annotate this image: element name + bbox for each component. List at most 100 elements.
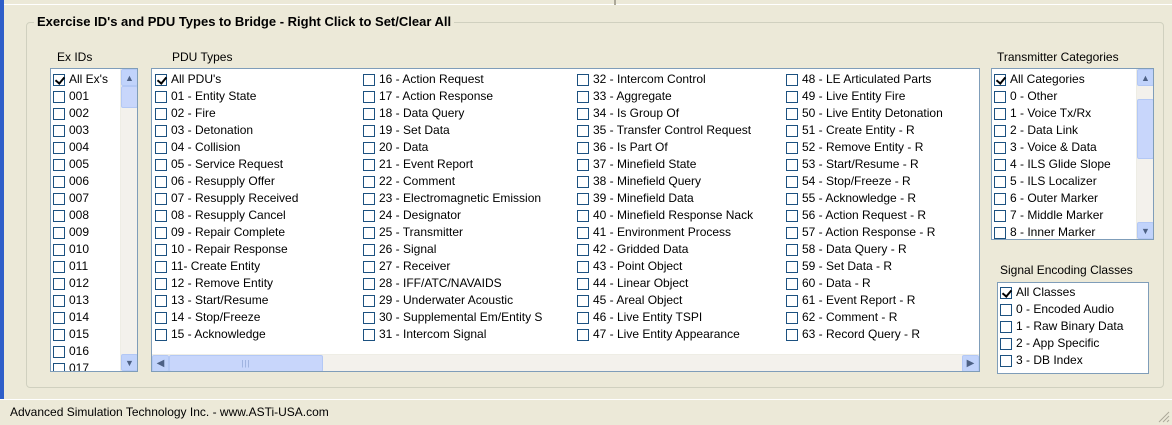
checkbox[interactable] [1000, 354, 1012, 367]
pdu-type-item[interactable]: 48 - LE Articulated Parts [784, 71, 943, 88]
checkbox[interactable] [53, 294, 65, 307]
checkbox[interactable] [53, 158, 65, 171]
pdu-type-item[interactable]: 43 - Point Object [575, 258, 753, 275]
checkbox[interactable] [155, 260, 167, 273]
checkbox[interactable] [363, 175, 375, 188]
pdu-type-item[interactable]: 36 - Is Part Of [575, 139, 753, 156]
transmitter-category-item[interactable]: 7 - Middle Marker [992, 207, 1153, 224]
checkbox[interactable] [363, 158, 375, 171]
checkbox[interactable] [363, 311, 375, 324]
checkbox[interactable] [53, 90, 65, 103]
checkbox[interactable] [363, 226, 375, 239]
checkbox[interactable] [1000, 303, 1012, 316]
checkbox[interactable] [155, 311, 167, 324]
checkbox[interactable] [155, 158, 167, 171]
pdu-type-item[interactable]: 19 - Set Data [361, 122, 542, 139]
pdu-type-item[interactable]: 29 - Underwater Acoustic [361, 292, 542, 309]
checkbox[interactable] [363, 141, 375, 154]
signal-encoding-item[interactable]: 3 - DB Index [998, 352, 1148, 369]
checkbox[interactable] [155, 226, 167, 239]
checkbox[interactable] [577, 226, 589, 239]
checkbox[interactable] [363, 90, 375, 103]
checkbox-checked[interactable] [1000, 286, 1012, 299]
pdu-type-item[interactable]: 50 - Live Entity Detonation [784, 105, 943, 122]
pdu-type-item[interactable]: 51 - Create Entity - R [784, 122, 943, 139]
signal-encoding-item[interactable]: 0 - Encoded Audio [998, 301, 1148, 318]
pdu-type-item[interactable]: 10 - Repair Response [153, 241, 298, 258]
checkbox[interactable] [155, 124, 167, 137]
pdu-type-item[interactable]: 28 - IFF/ATC/NAVAIDS [361, 275, 542, 292]
checkbox[interactable] [786, 90, 798, 103]
signal-encoding-item[interactable]: 1 - Raw Binary Data [998, 318, 1148, 335]
scroll-down-icon[interactable]: ▼ [1137, 222, 1153, 239]
checkbox[interactable] [155, 328, 167, 341]
pdu-type-item[interactable]: 06 - Resupply Offer [153, 173, 298, 190]
checkbox[interactable] [786, 158, 798, 171]
checkbox[interactable] [786, 328, 798, 341]
pdu-type-item[interactable]: 04 - Collision [153, 139, 298, 156]
checkbox[interactable] [155, 192, 167, 205]
pdu-type-item[interactable]: 25 - Transmitter [361, 224, 542, 241]
resize-grip-icon[interactable] [1156, 409, 1170, 423]
pdu-type-item[interactable]: 13 - Start/Resume [153, 292, 298, 309]
ex-ids-vertical-scrollbar[interactable]: ▲ ▼ [120, 69, 137, 371]
pdu-horizontal-scrollbar[interactable]: ◀ ||| ▶ [152, 354, 979, 371]
checkbox[interactable] [363, 192, 375, 205]
pdu-type-item[interactable]: 02 - Fire [153, 105, 298, 122]
checkbox[interactable] [53, 141, 65, 154]
checkbox[interactable] [577, 192, 589, 205]
checkbox[interactable] [53, 175, 65, 188]
checkbox[interactable] [53, 192, 65, 205]
pdu-type-item[interactable]: 35 - Transfer Control Request [575, 122, 753, 139]
checkbox[interactable] [994, 209, 1006, 222]
pdu-types-list[interactable]: All PDU's 01 - Entity State 02 - Fire 03 - … [151, 68, 980, 372]
scroll-down-icon[interactable]: ▼ [121, 354, 137, 371]
pdu-type-item[interactable]: 30 - Supplemental Em/Entity S [361, 309, 542, 326]
checkbox[interactable] [155, 175, 167, 188]
checkbox[interactable] [577, 260, 589, 273]
checkbox[interactable] [577, 90, 589, 103]
pdu-type-item[interactable]: 37 - Minefield State [575, 156, 753, 173]
checkbox[interactable] [994, 124, 1006, 137]
pdu-type-item[interactable]: 12 - Remove Entity [153, 275, 298, 292]
checkbox[interactable] [786, 294, 798, 307]
checkbox[interactable] [786, 311, 798, 324]
pdu-type-item[interactable]: 39 - Minefield Data [575, 190, 753, 207]
checkbox[interactable] [53, 328, 65, 341]
ex-ids-scroll-thumb[interactable] [121, 86, 137, 108]
pdu-type-item[interactable]: 24 - Designator [361, 207, 542, 224]
pdu-type-item[interactable]: 53 - Start/Resume - R [784, 156, 943, 173]
pdu-type-item[interactable]: 42 - Gridded Data [575, 241, 753, 258]
transmitter-scroll-thumb[interactable] [1137, 99, 1153, 159]
checkbox[interactable] [155, 277, 167, 290]
checkbox[interactable] [994, 175, 1006, 188]
checkbox[interactable] [786, 141, 798, 154]
checkbox[interactable] [577, 175, 589, 188]
scroll-up-icon[interactable]: ▲ [121, 69, 137, 86]
checkbox[interactable] [53, 226, 65, 239]
checkbox-checked[interactable] [53, 73, 65, 86]
checkbox[interactable] [155, 209, 167, 222]
splitter-handle[interactable] [614, 0, 616, 5]
pdu-type-item[interactable]: 16 - Action Request [361, 71, 542, 88]
pdu-type-item[interactable]: All PDU's [153, 71, 298, 88]
pdu-type-item[interactable]: 05 - Service Request [153, 156, 298, 173]
pdu-type-item[interactable]: 58 - Data Query - R [784, 241, 943, 258]
transmitter-category-item[interactable]: 2 - Data Link [992, 122, 1153, 139]
pdu-type-item[interactable]: 62 - Comment - R [784, 309, 943, 326]
pdu-type-item[interactable]: 18 - Data Query [361, 105, 542, 122]
transmitter-category-item[interactable]: 1 - Voice Tx/Rx [992, 105, 1153, 122]
pdu-type-item[interactable]: 08 - Resupply Cancel [153, 207, 298, 224]
pdu-type-item[interactable]: 14 - Stop/Freeze [153, 309, 298, 326]
pdu-type-item[interactable]: 55 - Acknowledge - R [784, 190, 943, 207]
pdu-type-item[interactable]: 59 - Set Data - R [784, 258, 943, 275]
checkbox[interactable] [155, 141, 167, 154]
pdu-type-item[interactable]: 56 - Action Request - R [784, 207, 943, 224]
checkbox[interactable] [363, 124, 375, 137]
pdu-type-item[interactable]: 21 - Event Report [361, 156, 542, 173]
checkbox[interactable] [53, 277, 65, 290]
pdu-type-item[interactable]: 46 - Live Entity TSPI [575, 309, 753, 326]
pdu-type-item[interactable]: 34 - Is Group Of [575, 105, 753, 122]
signal-encoding-item[interactable]: 2 - App Specific [998, 335, 1148, 352]
checkbox[interactable] [786, 209, 798, 222]
